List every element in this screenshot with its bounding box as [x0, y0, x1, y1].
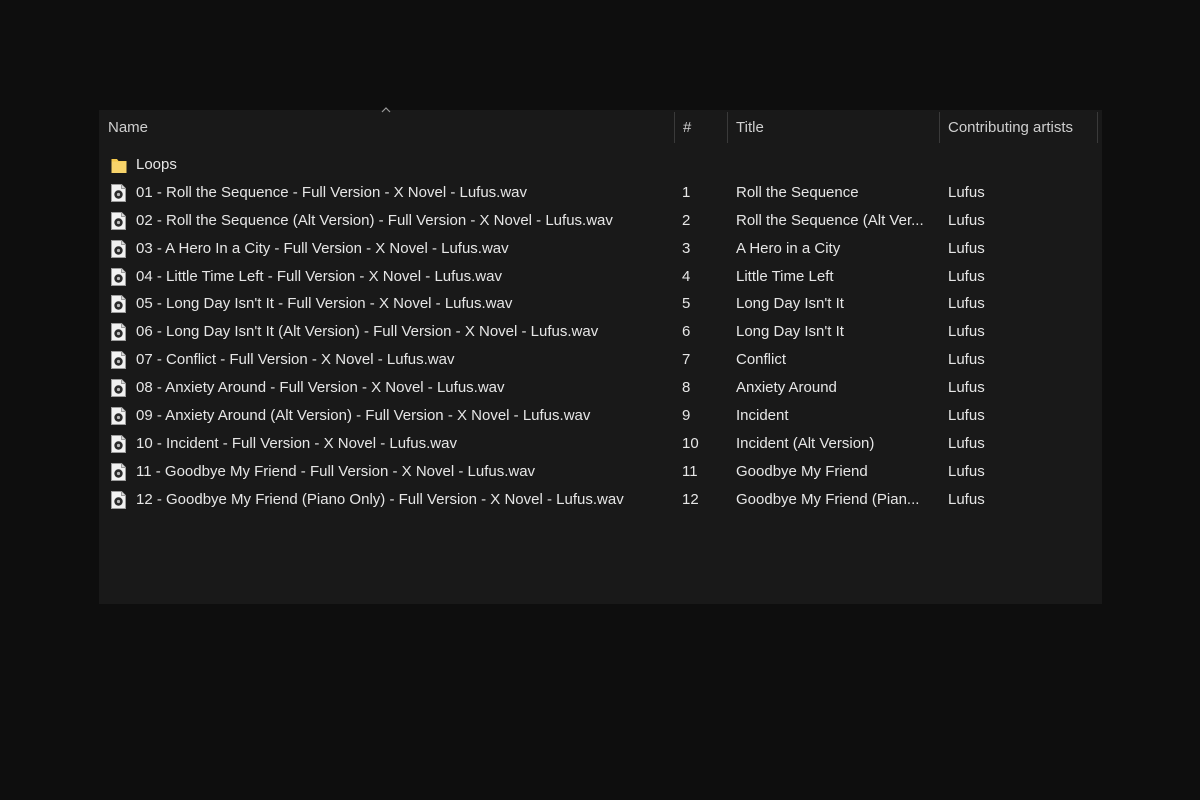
track-title: Conflict [736, 351, 787, 369]
audio-file-icon [111, 295, 126, 314]
audio-file-icon [111, 379, 126, 398]
track-number: 2 [682, 211, 691, 229]
file-row[interactable]: 09 - Anxiety Around (Alt Version) - Full… [99, 402, 1102, 430]
file-row[interactable]: 02 - Roll the Sequence (Alt Version) - F… [99, 207, 1102, 235]
audio-file-icon [111, 211, 126, 230]
file-row[interactable]: 04 - Little Time Left - Full Version - X… [99, 263, 1102, 291]
folder-row-loops[interactable]: Loops [99, 151, 1102, 179]
contributing-artist: Lufus [948, 239, 985, 257]
contributing-artist: Lufus [948, 267, 985, 285]
contributing-artist: Lufus [948, 434, 985, 452]
track-number: 8 [682, 379, 691, 397]
file-name: 07 - Conflict - Full Version - X Novel -… [136, 351, 455, 369]
column-header-name[interactable]: Name [99, 110, 674, 145]
file-row[interactable]: 05 - Long Day Isn't It - Full Version - … [99, 290, 1102, 318]
audio-file-icon [111, 490, 126, 509]
track-title: Long Day Isn't It [736, 323, 844, 341]
column-header-bar: Name # Title Contributing artists [99, 107, 1102, 145]
file-row[interactable]: 06 - Long Day Isn't It (Alt Version) - F… [99, 318, 1102, 346]
contributing-artist: Lufus [948, 295, 985, 313]
file-name: 11 - Goodbye My Friend - Full Version - … [136, 462, 536, 480]
audio-file-icon [111, 407, 126, 426]
track-title: Goodbye My Friend [736, 462, 868, 480]
contributing-artist: Lufus [948, 379, 985, 397]
track-number: 12 [682, 490, 699, 508]
contributing-artist: Lufus [948, 462, 985, 480]
file-name: 01 - Roll the Sequence - Full Version - … [136, 183, 528, 201]
track-title: Incident [736, 407, 789, 425]
track-title: A Hero in a City [736, 239, 841, 257]
track-number: 1 [682, 183, 691, 201]
file-name: 03 - A Hero In a City - Full Version - X… [136, 239, 509, 257]
track-title: Anxiety Around [736, 379, 837, 397]
column-header-contributing-artists[interactable]: Contributing artists [939, 110, 1097, 145]
file-name: 05 - Long Day Isn't It - Full Version - … [136, 295, 513, 313]
audio-file-icon [111, 434, 126, 453]
track-number: 7 [682, 351, 691, 369]
audio-file-icon [111, 239, 126, 258]
audio-file-icon [111, 183, 126, 202]
track-number: 4 [682, 267, 691, 285]
file-row[interactable]: 01 - Roll the Sequence - Full Version - … [99, 179, 1102, 207]
file-name: 12 - Goodbye My Friend (Piano Only) - Fu… [136, 490, 624, 508]
contributing-artist: Lufus [948, 351, 985, 369]
file-row[interactable]: 11 - Goodbye My Friend - Full Version - … [99, 458, 1102, 486]
track-title: Roll the Sequence (Alt Ver... [736, 211, 924, 229]
audio-file-icon [111, 462, 126, 481]
contributing-artist: Lufus [948, 323, 985, 341]
file-name: 04 - Little Time Left - Full Version - X… [136, 267, 502, 285]
file-row[interactable]: 03 - A Hero In a City - Full Version - X… [99, 235, 1102, 263]
track-number: 10 [682, 434, 699, 452]
file-row[interactable]: 10 - Incident - Full Version - X Novel -… [99, 430, 1102, 458]
file-row[interactable]: 08 - Anxiety Around - Full Version - X N… [99, 374, 1102, 402]
column-divider[interactable] [1097, 112, 1098, 143]
file-list-pane: Name # Title Contributing artists Loops [99, 107, 1102, 604]
contributing-artist: Lufus [948, 211, 985, 229]
track-number: 6 [682, 323, 691, 341]
file-name: 06 - Long Day Isn't It (Alt Version) - F… [136, 323, 599, 341]
file-name: 10 - Incident - Full Version - X Novel -… [136, 434, 457, 452]
file-row[interactable]: 12 - Goodbye My Friend (Piano Only) - Fu… [99, 486, 1102, 514]
audio-file-icon [111, 351, 126, 370]
track-number: 9 [682, 407, 691, 425]
folder-icon [111, 156, 127, 174]
file-row[interactable]: 07 - Conflict - Full Version - X Novel -… [99, 346, 1102, 374]
track-number: 5 [682, 295, 691, 313]
audio-file-icon [111, 323, 126, 342]
file-list: Loops 01 - Roll the Sequence - Full Vers… [99, 151, 1102, 514]
track-number: 3 [682, 239, 691, 257]
track-title: Long Day Isn't It [736, 295, 844, 313]
contributing-artist: Lufus [948, 490, 985, 508]
track-title: Goodbye My Friend (Pian... [736, 490, 920, 508]
track-title: Roll the Sequence [736, 183, 859, 201]
track-title: Incident (Alt Version) [736, 434, 875, 452]
folder-name: Loops [136, 156, 177, 173]
contributing-artist: Lufus [948, 407, 985, 425]
file-name: 08 - Anxiety Around - Full Version - X N… [136, 379, 505, 397]
track-title: Little Time Left [736, 267, 834, 285]
audio-file-icon [111, 267, 126, 286]
column-header-number[interactable]: # [674, 110, 727, 145]
file-name: 09 - Anxiety Around (Alt Version) - Full… [136, 407, 591, 425]
track-number: 11 [682, 462, 698, 480]
file-name: 02 - Roll the Sequence (Alt Version) - F… [136, 211, 613, 229]
column-header-title[interactable]: Title [727, 110, 939, 145]
contributing-artist: Lufus [948, 183, 985, 201]
